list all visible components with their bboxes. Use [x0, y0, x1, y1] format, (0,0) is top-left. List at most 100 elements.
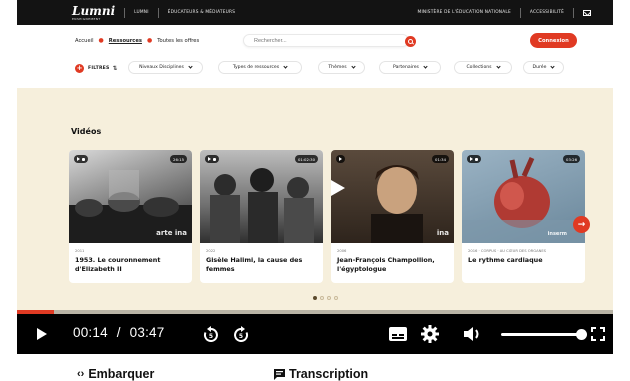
filter-collections[interactable]: Collections	[454, 61, 512, 74]
card-title: Gisèle Halimi, la cause des femmes	[206, 256, 303, 273]
card-meta: 2006	[337, 249, 347, 253]
filter-themes[interactable]: Thèmes	[318, 61, 365, 74]
filters-toggle[interactable]: + FILTRES ⇅	[75, 64, 118, 73]
lumni-logo[interactable]: Lumni ENSEIGNEMENT	[72, 5, 115, 21]
portrait-photo	[331, 165, 423, 243]
embed-label: Embarquer	[88, 367, 155, 381]
duration-badge: 26:15	[170, 155, 187, 163]
play-button[interactable]	[33, 322, 51, 346]
section-title: Vidéos	[71, 127, 102, 136]
play-icon	[339, 157, 342, 161]
sq-icon	[475, 157, 478, 161]
arrow-right-icon: →	[577, 219, 586, 230]
card-title: 1953. Le couronnement d'Elizabeth II	[75, 256, 161, 273]
top-link-accessibility[interactable]: ACCESSIBILITÉ	[530, 10, 564, 15]
carousel-next-button[interactable]: →	[573, 216, 590, 233]
filter-label: Partenaires	[393, 65, 419, 70]
video-card[interactable]: 01:34 ina 2006 Jean-François Champollion…	[331, 150, 454, 283]
volume-slider[interactable]	[501, 329, 587, 340]
mail-icon[interactable]	[583, 9, 591, 16]
divider	[124, 7, 126, 18]
search-input[interactable]	[254, 38, 384, 44]
video-player-frame: Lumni ENSEIGNEMENT LUMNI ÉDUCATEURS & MÉ…	[17, 0, 613, 354]
connexion-button[interactable]: Connexion	[530, 33, 577, 48]
protest-photo	[210, 168, 314, 243]
transcript-label: Transcription	[289, 367, 369, 381]
filter-label: Durée	[532, 65, 547, 70]
top-link-ministry[interactable]: MINISTÈRE DE L'ÉDUCATION NATIONALE	[418, 10, 511, 15]
breadcrumb-ressources[interactable]: Ressources	[109, 38, 142, 44]
chevron-down-icon	[351, 64, 356, 69]
divider	[157, 7, 159, 18]
duration-badge: 01:02:30	[294, 155, 318, 163]
fullscreen-icon	[591, 327, 605, 341]
settings-button[interactable]	[420, 322, 440, 346]
plus-icon: +	[75, 64, 84, 73]
sq-icon	[82, 157, 85, 161]
sq-icon	[213, 157, 216, 161]
carousel-pagination	[313, 296, 338, 300]
card-title: Jean-François Champollion, l'égyptologue	[337, 256, 435, 273]
play-icon	[208, 157, 211, 161]
filter-label: Niveaux Disciplines	[139, 65, 184, 70]
watermark: ina	[436, 229, 449, 237]
breadcrumb-dot: ●	[98, 37, 104, 44]
transcription-link[interactable]: Transcription	[274, 367, 368, 381]
fullscreen-button[interactable]	[589, 322, 607, 346]
time-separator: /	[116, 325, 121, 340]
card-meta: 2022	[206, 249, 216, 253]
video-type-badge	[467, 155, 481, 163]
sort-icon: ⇅	[112, 65, 118, 72]
carousel-dot[interactable]	[313, 296, 317, 300]
rewind-icon: 5	[203, 326, 218, 342]
rewind-10-button[interactable]: 5	[202, 322, 220, 346]
duration-badge: 03:26	[563, 155, 580, 163]
subtitles-button[interactable]	[388, 322, 408, 346]
filter-niveaux[interactable]: Niveaux Disciplines	[128, 61, 203, 74]
filter-label: Types de ressources	[232, 65, 280, 70]
gear-icon	[421, 325, 439, 343]
filter-partenaires[interactable]: Partenaires	[379, 61, 441, 74]
carousel-dot[interactable]	[320, 296, 324, 300]
filter-types[interactable]: Types de ressources	[218, 61, 302, 74]
watermark: inserm	[547, 231, 567, 237]
top-link-lumni[interactable]: LUMNI	[134, 10, 149, 15]
video-thumbnail: 03:26 inserm	[462, 150, 585, 243]
search-icon	[408, 39, 413, 44]
svg-text:5: 5	[239, 333, 243, 340]
code-icon: ‹›	[77, 368, 85, 380]
breadcrumb-home[interactable]: Accueil	[75, 38, 94, 44]
search-button[interactable]	[405, 36, 416, 47]
breadcrumb: Accueil ● Ressources ● Toutes les offres	[75, 37, 199, 44]
volume-slider-handle[interactable]	[575, 329, 587, 340]
chevron-down-icon	[188, 64, 193, 69]
logo-subtitle: ENSEIGNEMENT	[72, 16, 101, 21]
breadcrumb-dot: ●	[146, 37, 153, 44]
duration-badge: 01:34	[432, 155, 449, 163]
filter-label: Collections	[466, 65, 492, 70]
video-card[interactable]: 03:26 inserm 2016 · CORPUS · AU CŒUR DES…	[462, 150, 585, 283]
forward-icon: 5	[234, 326, 249, 342]
total-time: 03:47	[129, 325, 165, 340]
breadcrumb-toutes-offres[interactable]: Toutes les offres	[157, 38, 199, 44]
divider	[519, 7, 521, 18]
subtitles-icon	[389, 327, 407, 341]
volume-button[interactable]	[463, 322, 483, 346]
logo-text: Lumni	[72, 3, 116, 18]
heart-illustration	[462, 156, 585, 243]
carousel-dot[interactable]	[327, 296, 331, 300]
play-icon	[77, 157, 80, 161]
current-time: 00:14	[73, 325, 108, 340]
video-card[interactable]: 01:02:30 2022 Gisèle Halimi, la cause de…	[200, 150, 323, 283]
video-type-badge	[205, 155, 219, 163]
top-link-educateurs[interactable]: ÉDUCATEURS & MÉDIATEURS	[168, 10, 235, 15]
filters-label: FILTRES	[88, 66, 110, 71]
divider	[573, 7, 574, 18]
embed-link[interactable]: ‹› Embarquer	[77, 367, 154, 381]
video-card[interactable]: 26:15 arte ina 2011 1953. Le couronnemen…	[69, 150, 192, 283]
filter-duree[interactable]: Durée	[523, 61, 564, 74]
carousel-dot[interactable]	[334, 296, 338, 300]
card-meta: 2016 · CORPUS · AU CŒUR DES ORGANES	[468, 249, 547, 253]
forward-10-button[interactable]: 5	[232, 322, 250, 346]
chevron-down-icon	[423, 64, 428, 69]
